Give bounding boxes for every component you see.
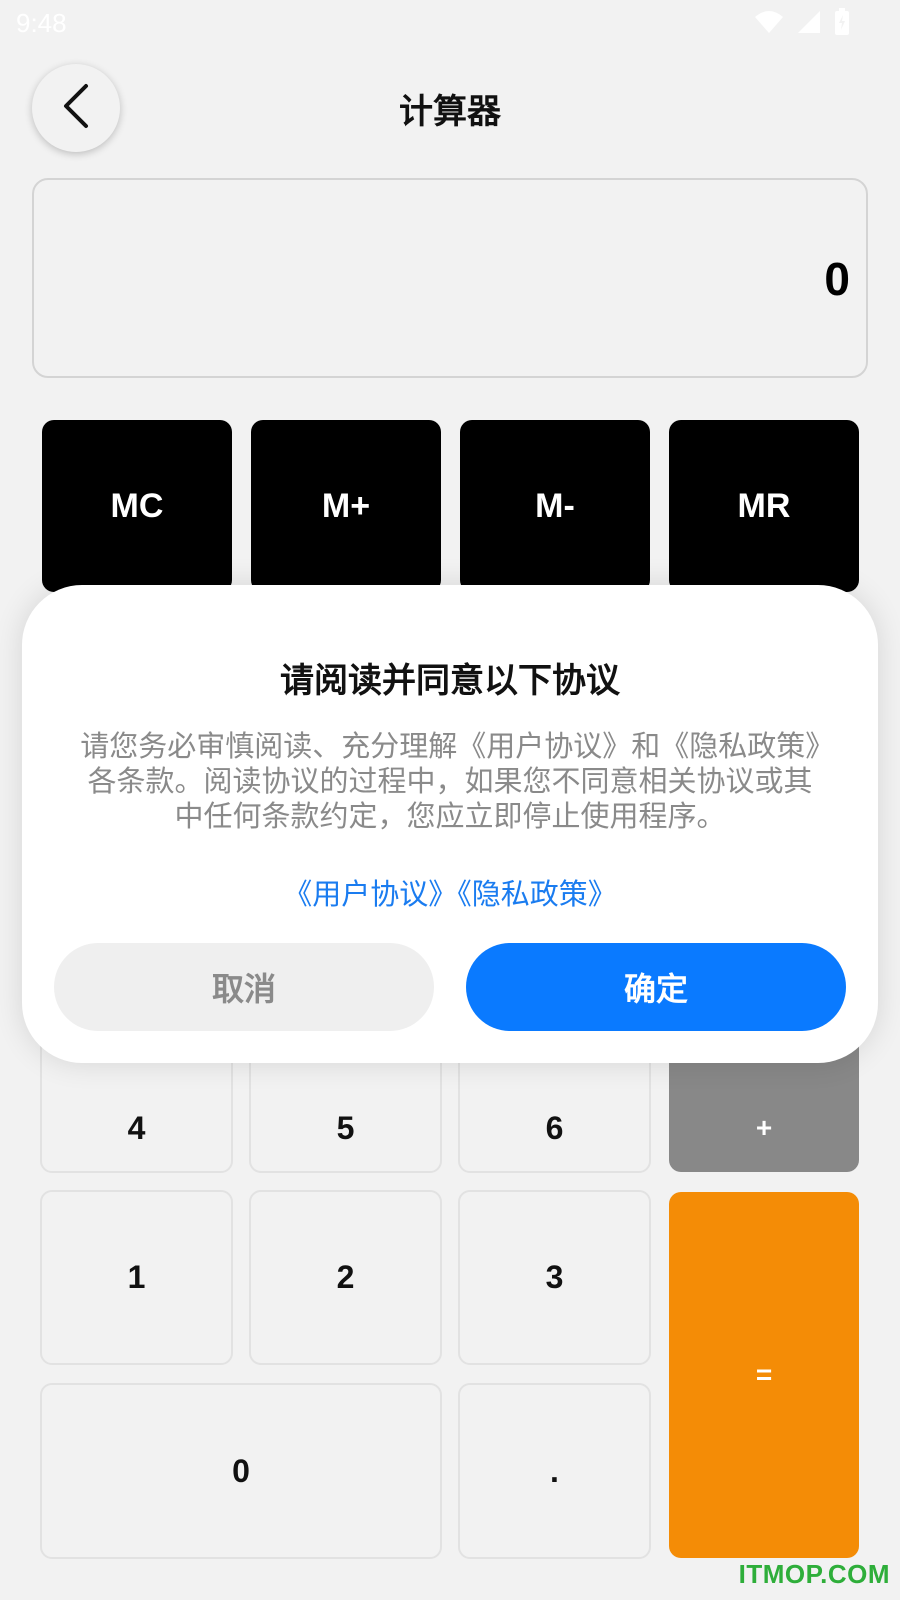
digit-0-button[interactable]: 0 — [40, 1383, 442, 1559]
agreement-dialog: 请阅读并同意以下协议 请您务必审慎阅读、充分理解《用户协议》和《隐私政策》各条款… — [22, 585, 878, 1063]
status-icons — [754, 8, 850, 36]
cell-signal-icon — [796, 9, 822, 35]
digit-5-label: 5 — [336, 1110, 355, 1146]
dialog-links: 《用户协议》《隐私政策》 — [22, 871, 878, 913]
status-time: 9:48 — [16, 8, 67, 38]
digit-1-button[interactable]: 1 — [40, 1190, 233, 1365]
memory-subtract-button[interactable]: M- — [460, 420, 650, 592]
dialog-body: 请您务必审慎阅读、充分理解《用户协议》和《隐私政策》各条款。阅读协议的过程中，如… — [80, 729, 820, 833]
memory-add-button[interactable]: M+ — [251, 420, 441, 592]
display-value: 0 — [824, 253, 850, 305]
calculator-screen: 9:48 计算器 0 MC M+ M- MR 4 5 6 + 1 2 3 = 0… — [0, 0, 900, 1600]
status-bar: 9:48 — [0, 0, 900, 48]
page-title: 计算器 — [399, 92, 501, 132]
user-agreement-link[interactable]: 《用户协议》 — [283, 877, 457, 911]
wifi-icon — [754, 9, 784, 35]
memory-clear-button[interactable]: MC — [42, 420, 232, 592]
plus-label: + — [755, 1112, 773, 1143]
digit-2-button[interactable]: 2 — [249, 1190, 442, 1365]
digit-4-label: 4 — [127, 1110, 146, 1146]
confirm-button[interactable]: 确定 — [466, 943, 846, 1031]
decimal-point-button[interactable]: . — [458, 1383, 651, 1559]
cancel-button[interactable]: 取消 — [54, 943, 434, 1031]
digit-3-button[interactable]: 3 — [458, 1190, 651, 1365]
calculator-display: 0 — [32, 178, 868, 378]
dialog-title: 请阅读并同意以下协议 — [280, 661, 620, 701]
digit-6-label: 6 — [545, 1110, 564, 1146]
privacy-policy-link[interactable]: 《隐私政策》 — [457, 877, 617, 911]
watermark: ITMOP.COM — [738, 1559, 890, 1589]
battery-icon — [834, 8, 850, 36]
memory-recall-button[interactable]: MR — [669, 420, 859, 592]
equals-button[interactable]: = — [669, 1192, 859, 1558]
